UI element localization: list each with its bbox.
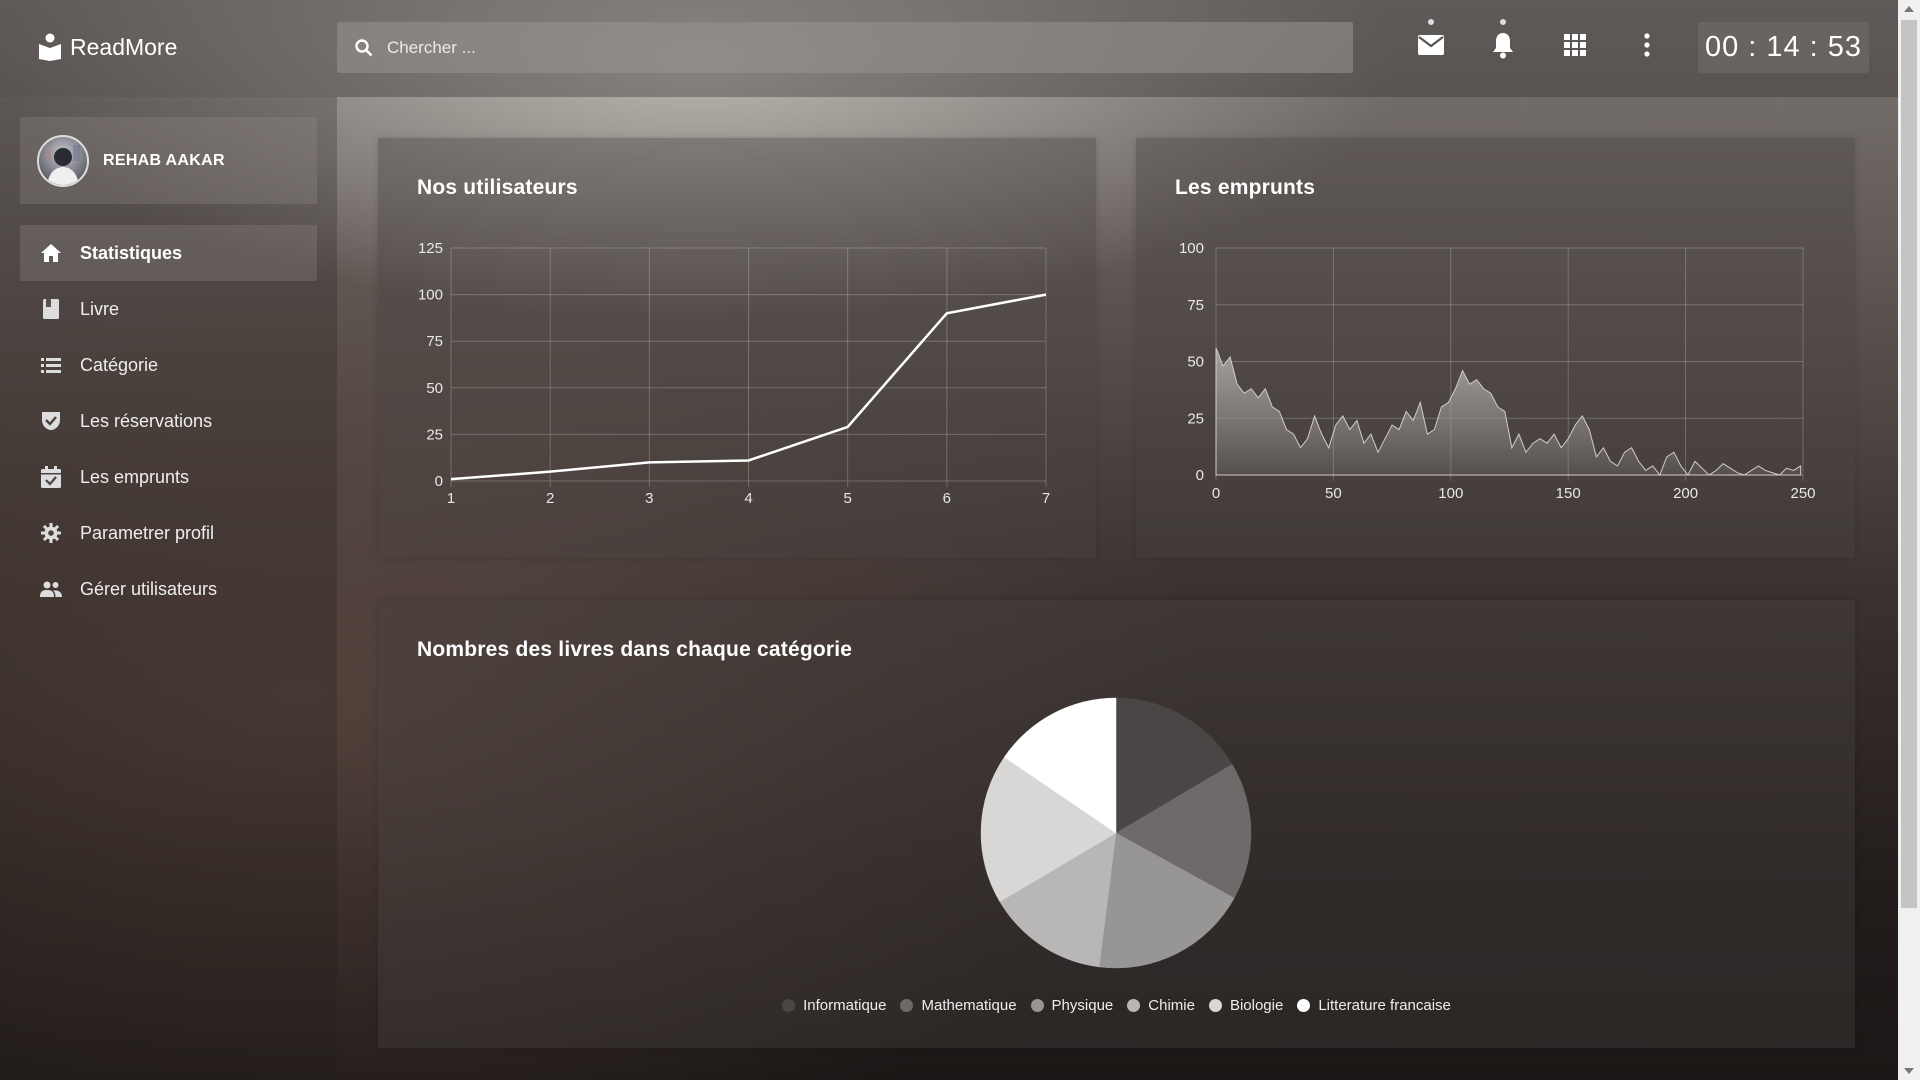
legend-swatch <box>1208 999 1222 1012</box>
users-chart-card: Nos utilisateurs 0 25 50 75 100 125 1 2 3 4 5 6 7 <box>378 138 1096 558</box>
legend-swatch <box>1127 999 1141 1012</box>
calendar-check-icon <box>40 466 62 488</box>
scroll-thumb[interactable] <box>1901 20 1917 908</box>
list-icon <box>40 354 62 376</box>
legend-label: Mathematique <box>921 997 1017 1014</box>
legend-swatch <box>1297 999 1311 1012</box>
more-button[interactable] <box>1632 30 1662 60</box>
legend-item[interactable]: Biologie <box>1208 997 1284 1014</box>
legend-item[interactable]: Physique <box>1030 997 1114 1014</box>
sidebar-item-statistiques[interactable]: Statistiques <box>20 225 317 281</box>
notification-dot <box>1428 19 1434 25</box>
legend-label: Physique <box>1051 997 1114 1014</box>
sidebar: REHAB AAKAR Statistiques Livre Catégorie… <box>0 97 337 1080</box>
page-scrollbar[interactable] <box>1898 0 1920 1080</box>
x-tick-label: 100 <box>1438 485 1463 502</box>
legend-item[interactable]: Chimie <box>1127 997 1195 1014</box>
gear-icon <box>40 522 62 544</box>
legend-swatch <box>1030 999 1044 1012</box>
notification-dot <box>1500 19 1506 25</box>
sidebar-item-livre[interactable]: Livre <box>20 281 317 337</box>
sidebar-item-label: Gérer utilisateurs <box>80 578 218 599</box>
brand[interactable]: ReadMore <box>38 33 177 61</box>
legend-item[interactable]: Litterature francaise <box>1297 997 1451 1014</box>
y-tick-label: 25 <box>426 426 443 443</box>
apps-grid-icon <box>1564 34 1586 56</box>
y-tick-label: 100 <box>418 287 443 304</box>
x-tick-label: 250 <box>1790 485 1815 502</box>
home-icon <box>40 242 62 264</box>
sidebar-item-reservations[interactable]: Les réservations <box>20 393 317 449</box>
book-icon <box>40 298 62 320</box>
sidebar-item-parametrer-profil[interactable]: Parametrer profil <box>20 505 317 561</box>
categories-pie-chart <box>980 697 1252 969</box>
scroll-up-arrow[interactable] <box>1904 6 1914 12</box>
x-tick-label: 3 <box>645 490 653 507</box>
legend-label: Litterature francaise <box>1318 997 1451 1014</box>
top-bar: ReadMore Chercher ... 00: 14: 53 <box>0 0 1898 97</box>
y-tick-label: 75 <box>1187 297 1204 314</box>
sidebar-item-label: Parametrer profil <box>80 522 215 543</box>
y-tick-label: 0 <box>1196 467 1204 484</box>
sidebar-item-label: Catégorie <box>80 354 159 375</box>
y-tick-label: 25 <box>1187 410 1204 427</box>
sidebar-item-label: Les emprunts <box>80 466 190 487</box>
sidebar-item-gerer-utilisateurs[interactable]: Gérer utilisateurs <box>20 561 317 617</box>
x-tick-label: 7 <box>1042 490 1050 507</box>
y-tick-label: 0 <box>435 473 443 490</box>
sidebar-item-label: Les réservations <box>80 410 213 431</box>
notifications-button[interactable] <box>1488 19 1518 60</box>
mail-button[interactable] <box>1416 19 1446 60</box>
sidebar-item-emprunts[interactable]: Les emprunts <box>20 449 317 505</box>
search-bar[interactable] <box>337 22 1353 73</box>
bell-icon <box>1493 33 1513 59</box>
x-tick-label: 2 <box>546 490 554 507</box>
x-tick-label: 200 <box>1673 485 1698 502</box>
x-tick-label: 5 <box>843 490 851 507</box>
shield-check-icon <box>40 410 62 432</box>
legend-swatch <box>782 999 796 1012</box>
sidebar-item-label: Livre <box>80 298 120 319</box>
users-icon <box>40 578 62 600</box>
sidebar-item-categorie[interactable]: Catégorie <box>20 337 317 393</box>
x-tick-label: 1 <box>447 490 455 507</box>
apps-button[interactable] <box>1560 30 1590 60</box>
y-tick-label: 50 <box>426 380 443 397</box>
x-tick-label: 4 <box>744 490 752 507</box>
brand-name: ReadMore <box>70 33 178 60</box>
y-tick-label: 125 <box>418 240 443 257</box>
x-tick-label: 50 <box>1325 485 1342 502</box>
legend-item[interactable]: Informatique <box>782 997 886 1014</box>
username: REHAB AAKAR <box>103 151 225 169</box>
y-tick-label: 75 <box>426 333 443 350</box>
y-tick-label: 50 <box>1187 354 1204 371</box>
x-tick-label: 0 <box>1212 485 1220 502</box>
x-tick-label: 150 <box>1556 485 1581 502</box>
search-input[interactable] <box>387 37 1287 58</box>
legend-swatch <box>900 999 914 1012</box>
sidebar-nav: Statistiques Livre Catégorie Les réserva… <box>20 225 317 617</box>
y-tick-label: 100 <box>1179 240 1204 257</box>
users-line-chart: 0 25 50 75 100 125 1 2 3 4 5 6 7 <box>418 240 1050 507</box>
user-profile[interactable]: REHAB AAKAR <box>20 117 317 204</box>
legend-label: Biologie <box>1229 997 1284 1014</box>
session-clock: 00 : 14 : 53 <box>1698 22 1869 73</box>
series-area <box>1215 347 1802 477</box>
x-tick-label: 6 <box>943 490 951 507</box>
loans-area-chart: 0 25 50 75 100 0 50 100 150 200 250 <box>1179 240 1816 502</box>
scroll-down-arrow[interactable] <box>1904 1068 1914 1074</box>
legend-label: Informatique <box>803 997 887 1014</box>
more-vertical-icon <box>1644 33 1650 57</box>
sidebar-item-label: Statistiques <box>80 242 183 263</box>
book-reader-icon <box>39 33 61 61</box>
mail-icon <box>1418 35 1444 55</box>
search-icon <box>355 38 373 56</box>
legend-label: Chimie <box>1148 997 1195 1014</box>
avatar <box>37 134 89 187</box>
legend-item[interactable]: Mathematique <box>900 997 1017 1014</box>
pie-legend: Informatique Mathematique Physique Chimie Bi… <box>378 997 1855 1014</box>
loans-chart-card: Les emprunts 0 25 50 75 100 0 50 100 150 200 250 <box>1136 138 1855 558</box>
categories-chart-card: Nombres des livres dans chaque catégorie… <box>378 600 1855 1048</box>
